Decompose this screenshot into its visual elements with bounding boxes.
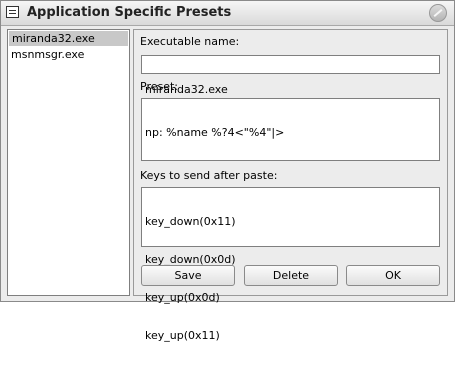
- list-item[interactable]: miranda32.exe: [9, 31, 128, 46]
- window-app-icon: [6, 6, 19, 18]
- keys-line: key_up(0x0d): [145, 291, 220, 304]
- keys-label: Keys to send after paste:: [140, 169, 278, 182]
- preset-label: Preset:: [140, 80, 179, 93]
- delete-button[interactable]: Delete: [244, 265, 338, 286]
- save-button[interactable]: Save: [141, 265, 235, 286]
- window-title: Application Specific Presets: [27, 5, 232, 20]
- executable-name-label: Executable name:: [140, 35, 240, 48]
- presets-window: Application Specific Presets miranda32.e…: [0, 0, 455, 342]
- keys-line: key_down(0x11): [145, 215, 236, 228]
- preset-value: np: %name %?4<"%4"|>: [145, 126, 285, 139]
- keys-line: key_up(0x11): [145, 329, 220, 342]
- ok-button[interactable]: OK: [346, 265, 440, 286]
- executable-name-field[interactable]: miranda32.exe: [141, 55, 440, 96]
- close-icon[interactable]: [429, 4, 447, 22]
- application-list[interactable]: miranda32.exe msnmsgr.exe: [7, 29, 130, 296]
- executable-name-value: miranda32.exe: [145, 83, 228, 96]
- list-item[interactable]: msnmsgr.exe: [8, 47, 129, 62]
- title-bar[interactable]: Application Specific Presets: [1, 1, 454, 26]
- keys-field[interactable]: key_down(0x11) key_down(0x0d) key_up(0x0…: [141, 187, 440, 342]
- preset-field[interactable]: np: %name %?4<"%4"|>: [141, 98, 440, 161]
